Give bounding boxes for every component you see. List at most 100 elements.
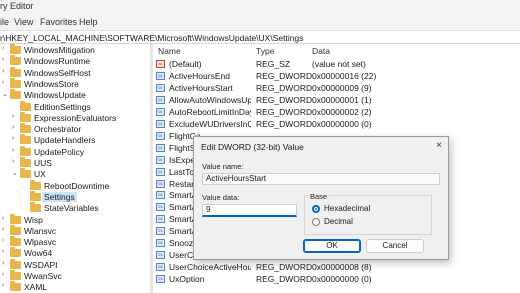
decimal-label[interactable]: Decimal <box>324 217 353 226</box>
address-path[interactable]: r\HKEY_LOCAL_MACHINE\SOFTWARE\Microsoft\… <box>0 33 303 43</box>
edit-dword-dialog: Edit DWORD (32-bit) Value × Value name: … <box>193 136 449 260</box>
tree-item[interactable]: › WindowsRuntime <box>0 55 150 67</box>
tree-item-label: WindowsMitigation <box>24 45 95 55</box>
tree-item-label: WindowsStore <box>24 78 79 89</box>
value-row[interactable]: 01 AllowAutoWindowsUp... REG_DWORD 0x000000… <box>153 95 520 106</box>
value-row[interactable]: 01 ExcludeWUDriversInQu... REG_DWORD0x0000… <box>153 119 520 130</box>
base-group <box>304 195 432 235</box>
folder-icon <box>30 179 41 190</box>
chevron-right-icon[interactable]: › <box>2 68 10 75</box>
binary-value-icon: 01 <box>156 215 165 224</box>
tree-item[interactable]: › WindowsMitigation <box>0 44 150 56</box>
tree-item-label: Settings <box>42 191 77 202</box>
registry-tree[interactable]: › WindowsMitigation › WindowsRuntime › Window… <box>0 44 150 293</box>
value-type: REG_DWORD <box>256 274 313 285</box>
folder-icon <box>20 168 31 179</box>
folder-icon <box>10 281 21 292</box>
folder-icon <box>10 236 21 247</box>
tree-item[interactable]: › WindowsStore <box>0 77 150 90</box>
value-row[interactable]: 01 UxOption REG_DWORD 0x00000000 (0) <box>153 274 520 285</box>
chevron-right-icon[interactable]: › <box>2 79 10 86</box>
string-value-icon: ab <box>156 60 165 68</box>
tree-item[interactable]: › XAML <box>0 281 150 293</box>
value-row[interactable]: ab (Default) REG_SZ (value not set) <box>153 59 520 70</box>
value-name-field[interactable]: ActiveHoursStart <box>202 173 440 185</box>
chevron-down-icon[interactable]: ⌄ <box>2 90 10 98</box>
tree-item[interactable]: ⌄ WindowsUpdate <box>0 89 150 101</box>
value-type: REG_DWORD <box>256 70 313 81</box>
tree-item-label: Wisp <box>24 214 43 225</box>
chevron-right-icon[interactable]: › <box>2 215 10 222</box>
binary-value-icon: 01 <box>156 131 165 140</box>
value-type: REG_DWORD <box>256 118 313 129</box>
tree-item[interactable]: Settings <box>0 190 150 203</box>
chevron-right-icon[interactable]: › <box>12 147 20 154</box>
tree-item-label: UUS <box>34 158 52 168</box>
tree-item-label: UX <box>34 169 46 180</box>
chevron-right-icon[interactable]: › <box>12 135 20 142</box>
title-bar: ry Editor <box>0 0 520 14</box>
tree-item[interactable]: EditionSettings <box>0 100 150 113</box>
address-bar[interactable]: r\HKEY_LOCAL_MACHINE\SOFTWARE\Microsoft\… <box>0 30 520 44</box>
binary-value-icon: 01 <box>156 239 165 248</box>
tree-item[interactable]: RebootDowntime <box>0 179 150 192</box>
binary-value-icon: 01 <box>156 227 165 236</box>
tree-item[interactable]: › WSDAPI <box>0 258 150 271</box>
column-header-name[interactable]: Name <box>158 46 181 56</box>
column-header-type[interactable]: Type <box>256 46 274 56</box>
binary-value-icon: 01 <box>156 251 165 260</box>
chevron-right-icon[interactable]: › <box>2 237 10 244</box>
close-icon[interactable]: × <box>436 140 442 151</box>
value-row[interactable]: 01 ActiveHoursEnd REG_DWORD 0x00000016 (22) <box>153 71 520 82</box>
chevron-right-icon[interactable]: › <box>2 56 10 63</box>
tree-item[interactable]: › Wlpasvc <box>0 236 150 248</box>
menu-favorites[interactable]: Favorites <box>40 17 77 27</box>
chevron-right-icon[interactable]: › <box>2 226 10 233</box>
binary-value-icon: 01 <box>156 191 165 200</box>
chevron-right-icon[interactable]: › <box>2 45 10 52</box>
tree-item[interactable]: › WindowsSelfHost <box>0 66 150 79</box>
folder-icon <box>20 100 31 111</box>
value-data: 0x00000016 (22) <box>312 70 377 81</box>
value-name: UxOption <box>169 274 205 285</box>
hexadecimal-radio[interactable] <box>312 205 320 213</box>
value-data: 0x00000009 (9) <box>312 82 372 93</box>
menu-file[interactable]: ile <box>0 17 9 27</box>
tree-item-label: XAML <box>24 282 48 293</box>
folder-icon <box>20 134 31 145</box>
ok-button[interactable]: OK <box>303 239 361 253</box>
chevron-right-icon[interactable]: › <box>12 158 20 165</box>
chevron-right-icon[interactable]: › <box>2 271 10 278</box>
chevron-down-icon[interactable]: ⌄ <box>12 169 20 177</box>
decimal-radio[interactable] <box>312 218 320 226</box>
folder-icon <box>10 77 21 88</box>
value-name-label: Value name: <box>202 162 244 171</box>
chevron-right-icon[interactable]: › <box>2 248 10 255</box>
value-row[interactable]: 01 UserChoiceActiveHour... REG_DWORD0x0000… <box>153 262 520 273</box>
value-row[interactable]: 01 ActiveHoursStart REG_DWORD 0x00000009 (9… <box>153 83 520 94</box>
chevron-right-icon[interactable]: › <box>2 282 10 289</box>
menu-view[interactable]: View <box>14 17 33 27</box>
tree-item[interactable]: › UpdateHandlers <box>0 134 150 146</box>
folder-icon <box>10 247 21 258</box>
value-row[interactable]: 01 AutoRebootLimitInDays REG_DWORD 0x000000… <box>153 107 520 118</box>
tree-item-label: UpdateHandlers <box>34 135 96 146</box>
base-label: Base <box>308 192 330 201</box>
folder-icon <box>30 190 41 201</box>
tree-item-label: WSDAPI <box>24 259 58 270</box>
tree-item[interactable]: › Wlansvc <box>0 224 150 237</box>
tree-item[interactable]: StateVariables <box>0 202 150 214</box>
chevron-right-icon[interactable]: › <box>2 260 10 267</box>
tree-item[interactable]: › Wow64 <box>0 247 150 259</box>
cancel-button[interactable]: Cancel <box>366 239 424 253</box>
chevron-right-icon[interactable]: › <box>12 124 20 131</box>
value-data: 0x00000000 (0) <box>312 274 372 285</box>
menu-help[interactable]: Help <box>79 17 98 27</box>
value-data-field[interactable]: 9 <box>202 204 297 217</box>
tree-item[interactable]: ⌄ UX <box>0 168 150 180</box>
hexadecimal-label[interactable]: Hexadecimal <box>324 204 370 213</box>
chevron-right-icon[interactable]: › <box>12 113 20 120</box>
column-header-data[interactable]: Data <box>312 46 330 56</box>
tree-item[interactable]: › WwanSvc <box>0 270 150 282</box>
tree-item[interactable]: › Wisp <box>0 213 150 226</box>
